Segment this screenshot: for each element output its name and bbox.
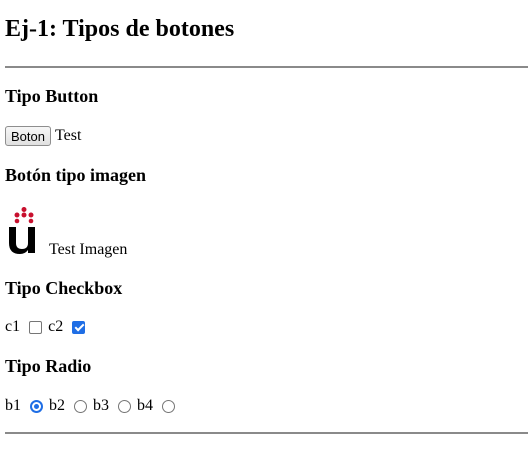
radio-label-b1: b1 [5, 397, 21, 414]
top-divider [5, 66, 528, 68]
radio-b1[interactable] [30, 399, 43, 413]
checkbox-label-c2: c2 [48, 318, 64, 335]
radio-b4[interactable] [162, 399, 175, 413]
page-title: Ej-1: Tipos de botones [5, 16, 235, 42]
checkbox-row: c1 c2 [5, 317, 86, 337]
page: Ej-1: Tipos de botones Tipo Button Boton… [0, 0, 529, 475]
radio-label-b4: b4 [137, 397, 153, 414]
radio-label-b2: b2 [49, 397, 65, 414]
button-test-text: Test [54, 127, 82, 144]
radio-label-b3: b3 [93, 397, 109, 414]
image-test-text: Test Imagen [49, 241, 128, 258]
checkbox-c1[interactable] [29, 320, 43, 334]
boton-button[interactable]: Boton [5, 126, 51, 146]
image-button[interactable] [8, 206, 40, 254]
radio-row: b1 b2 b3 b4 [5, 396, 175, 416]
checkbox-label-c1: c1 [5, 318, 21, 335]
university-logo-icon [9, 207, 35, 254]
button-section-heading: Tipo Button [5, 86, 99, 106]
image-section-heading: Botón tipo imagen [5, 165, 147, 185]
radio-b3[interactable] [118, 399, 131, 413]
checkbox-section-heading: Tipo Checkbox [5, 278, 123, 298]
button-row: Boton Test [5, 126, 81, 146]
radio-b2[interactable] [74, 399, 87, 413]
checkbox-c2[interactable] [72, 320, 86, 334]
radio-section-heading: Tipo Radio [5, 356, 92, 376]
bottom-divider [5, 432, 528, 434]
